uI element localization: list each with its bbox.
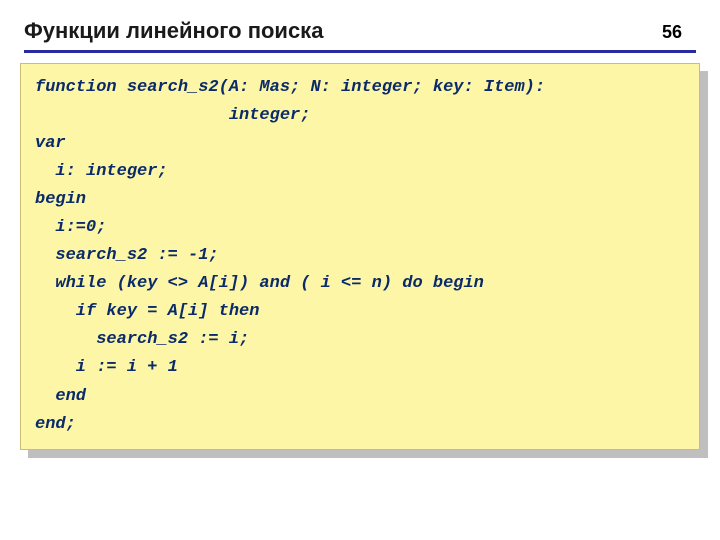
slide-header: Функции линейного поиска 56 — [0, 0, 720, 50]
code-line: var — [35, 130, 685, 158]
code-line: i:=0; — [35, 214, 685, 242]
code-line: while (key <> A[i]) and ( i <= n) do beg… — [35, 270, 685, 298]
code-line: end — [35, 383, 685, 411]
code-line: search_s2 := -1; — [35, 242, 685, 270]
code-line: end; — [35, 411, 685, 439]
page-title: Функции линейного поиска — [24, 18, 323, 44]
code-line: function search_s2(A: Mas; N: integer; k… — [35, 74, 685, 102]
code-line: i := i + 1 — [35, 354, 685, 382]
code-block: function search_s2(A: Mas; N: integer; k… — [20, 63, 700, 450]
page-number: 56 — [662, 22, 696, 43]
code-line: if key = A[i] then — [35, 298, 685, 326]
code-line: begin — [35, 186, 685, 214]
code-line: integer; — [35, 102, 685, 130]
code-block-container: function search_s2(A: Mas; N: integer; k… — [20, 63, 700, 450]
code-line: i: integer; — [35, 158, 685, 186]
title-divider — [24, 50, 696, 53]
code-line: search_s2 := i; — [35, 326, 685, 354]
slide: Функции линейного поиска 56 function sea… — [0, 0, 720, 540]
